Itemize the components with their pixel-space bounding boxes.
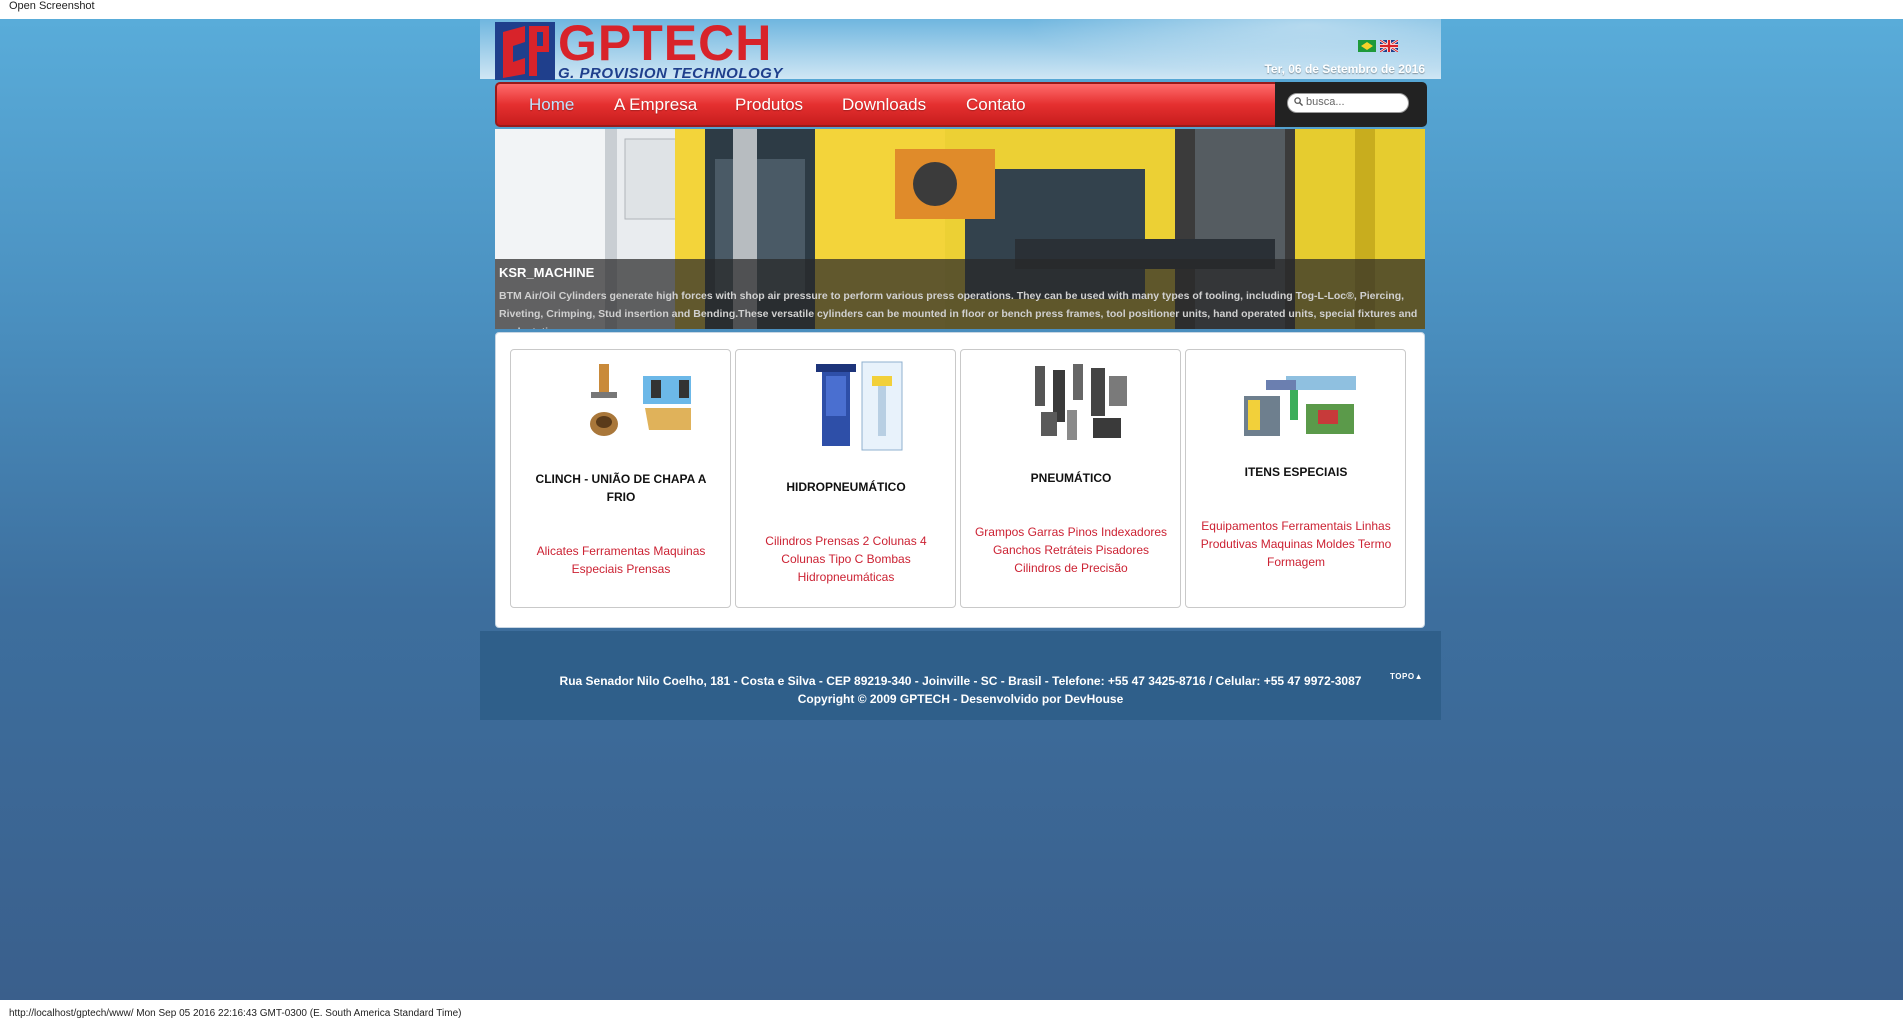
browser-status-bar: http://localhost/gptech/www/ Mon Sep 05 …: [0, 1000, 1903, 1020]
banner-caption: KSR_MACHINE BTM Air/Oil Cylinders genera…: [495, 259, 1425, 329]
footer: Rua Senador Nilo Coelho, 181 - Costa e S…: [480, 631, 1441, 720]
clinch-product-image: [590, 364, 691, 436]
product-links[interactable]: Alicates Ferramentas Maquinas Especiais …: [521, 542, 721, 578]
logo-title: GPTECH: [558, 15, 773, 71]
product-links[interactable]: Grampos Garras Pinos Indexadores Ganchos…: [971, 523, 1171, 577]
product-card-hidropneumatico[interactable]: HIDROPNEUMÁTICO Cilindros Prensas 2 Colu…: [735, 349, 956, 608]
footer-copyright: Copyright © 2009 GPTECH - Desenvolvido p…: [797, 692, 1124, 706]
nav-a-empresa[interactable]: A Empresa: [614, 95, 697, 115]
search-box: [1287, 93, 1409, 113]
logo-subtitle: G. PROVISION TECHNOLOGY: [558, 65, 783, 82]
back-to-top-label: TOPO: [1390, 672, 1415, 681]
arrow-up-icon: ▲: [1414, 672, 1423, 681]
search-area: [1275, 82, 1427, 127]
product-title[interactable]: CLINCH - UNIÃO DE CHAPA A FRIO: [521, 470, 721, 506]
footer-address: Rua Senador Nilo Coelho, 181 - Costa e S…: [559, 674, 1362, 688]
product-title[interactable]: PNEUMÁTICO: [971, 469, 1171, 487]
page-container: GPTECH G. PROVISION TECHNOLOGY Ter, 06 d…: [480, 15, 1441, 720]
main-nav: Home A Empresa Produtos Downloads Contat…: [495, 82, 1427, 127]
open-screenshot-label[interactable]: Open Screenshot: [9, 0, 95, 12]
nav-downloads[interactable]: Downloads: [842, 95, 926, 115]
banner-title: KSR_MACHINE: [499, 265, 595, 280]
pneumatico-product-image: [1035, 364, 1127, 440]
product-links[interactable]: Cilindros Prensas 2 Colunas 4 Colunas Ti…: [746, 532, 946, 586]
uk-flag-icon[interactable]: [1380, 40, 1398, 52]
product-card-clinch[interactable]: CLINCH - UNIÃO DE CHAPA A FRIO Alicates …: [510, 349, 731, 608]
back-to-top-link[interactable]: TOPO▲: [1390, 672, 1423, 681]
itens-especiais-product-image: [1244, 376, 1356, 436]
search-icon: [1294, 97, 1303, 106]
product-card-pneumatico[interactable]: PNEUMÁTICO Grampos Garras Pinos Indexado…: [960, 349, 1181, 608]
site-logo[interactable]: GPTECH G. PROVISION TECHNOLOGY: [495, 15, 800, 82]
product-title[interactable]: HIDROPNEUMÁTICO: [746, 478, 946, 496]
hidropneumatico-product-image: [816, 361, 903, 451]
status-url-text: http://localhost/gptech/www/ Mon Sep 05 …: [9, 1008, 462, 1019]
nav-home[interactable]: Home: [529, 95, 574, 115]
brazil-flag-icon[interactable]: [1358, 40, 1376, 52]
product-title[interactable]: ITENS ESPECIAIS: [1196, 463, 1396, 481]
product-links[interactable]: Equipamentos Ferramentais Linhas Produti…: [1196, 517, 1396, 571]
browser-top-bar: Open Screenshot: [0, 0, 1903, 19]
gp-logo-icon: [495, 22, 555, 80]
banner-text: BTM Air/Oil Cylinders generate high forc…: [499, 290, 1418, 329]
nav-contato[interactable]: Contato: [966, 95, 1026, 115]
search-input[interactable]: [1306, 95, 1404, 109]
current-date: Ter, 06 de Setembro de 2016: [1264, 62, 1425, 76]
nav-produtos[interactable]: Produtos: [735, 95, 803, 115]
product-card-itens-especiais[interactable]: ITENS ESPECIAIS Equipamentos Ferramentai…: [1185, 349, 1406, 608]
banner-slideshow[interactable]: KSR_MACHINE BTM Air/Oil Cylinders genera…: [495, 129, 1425, 329]
product-categories: CLINCH - UNIÃO DE CHAPA A FRIO Alicates …: [495, 332, 1425, 628]
